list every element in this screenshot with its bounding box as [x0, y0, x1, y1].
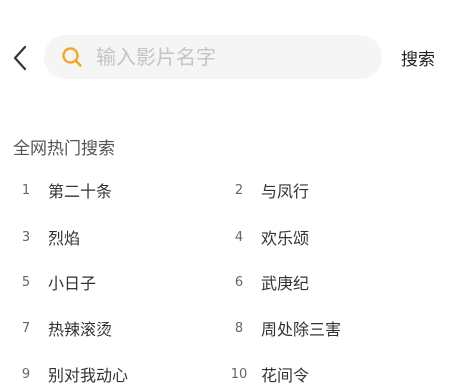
hot-search-name: 欢乐颂	[261, 229, 310, 248]
hot-search-name: 周处除三害	[261, 320, 342, 339]
chevron-left-icon	[13, 45, 27, 71]
hot-search-item[interactable]: 3 烈焰	[12, 214, 80, 260]
hot-search-item[interactable]: 1 第二十条	[12, 167, 112, 213]
hot-search-rank: 6	[234, 274, 244, 290]
hot-search-rank: 8	[234, 320, 244, 336]
hot-search-title: 全网热门搜索	[13, 139, 115, 159]
hot-search-name: 第二十条	[48, 182, 113, 201]
search-bar[interactable]	[44, 35, 382, 79]
hot-search-name: 花间令	[261, 366, 310, 385]
search-button[interactable]: 搜索	[394, 43, 442, 71]
hot-search-rank: 10	[230, 366, 248, 382]
hot-search-name: 烈焰	[48, 229, 81, 248]
hot-search-name: 与凤行	[261, 182, 310, 201]
search-input[interactable]	[96, 45, 366, 69]
hot-search-name: 别对我动心	[48, 366, 129, 385]
hot-search-rank: 9	[21, 366, 31, 382]
back-button[interactable]	[4, 40, 36, 76]
hot-search-name: 武庚纪	[261, 274, 310, 293]
hot-search-item[interactable]: 4 欢乐颂	[225, 214, 309, 260]
hot-search-item[interactable]: 5 小日子	[12, 259, 96, 305]
hot-search-item[interactable]: 6 武庚纪	[225, 259, 309, 305]
hot-search-item[interactable]: 10 花间令	[225, 351, 309, 390]
search-header: 搜索	[0, 0, 450, 112]
search-icon	[60, 45, 84, 69]
hot-search-rank: 1	[21, 182, 31, 198]
hot-search-rank: 3	[21, 229, 31, 245]
hot-search-rank: 7	[21, 320, 31, 336]
hot-search-item[interactable]: 8 周处除三害	[225, 305, 341, 351]
hot-search-item[interactable]: 9 别对我动心	[12, 351, 128, 390]
hot-search-name: 小日子	[48, 274, 97, 293]
hot-search-rank: 2	[234, 182, 244, 198]
hot-search-item[interactable]: 7 热辣滚烫	[12, 305, 112, 351]
hot-search-item[interactable]: 2 与凤行	[225, 167, 309, 213]
hot-search-name: 热辣滚烫	[48, 320, 113, 339]
search-page: 搜索 全网热门搜索 1 第二十条 2 与凤行 3 烈焰 4 欢乐颂 5 小日子 …	[0, 0, 450, 390]
hot-search-rank: 5	[21, 274, 31, 290]
hot-search-rank: 4	[234, 229, 244, 245]
